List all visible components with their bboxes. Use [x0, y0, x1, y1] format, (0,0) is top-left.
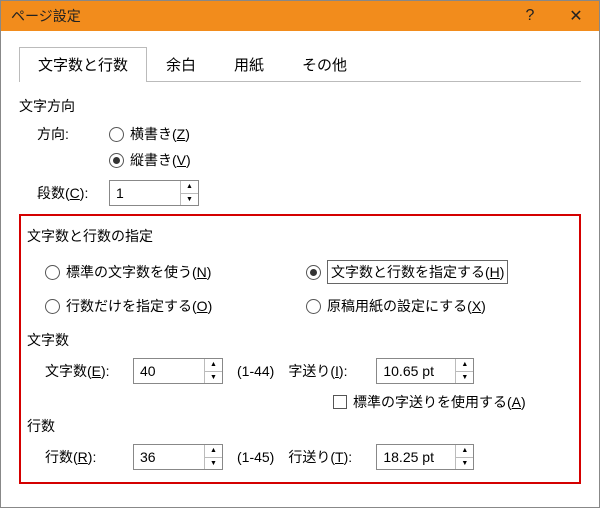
radio-vertical[interactable]: 縦書き(V)	[109, 150, 191, 170]
radio-lines-only[interactable]: 行数だけを指定する(O)	[45, 296, 286, 316]
close-button[interactable]: ✕	[553, 1, 599, 31]
section-char-count: 文字数	[27, 330, 573, 350]
tab-strip: 文字数と行数 余白 用紙 その他	[19, 47, 581, 82]
tab-margins[interactable]: 余白	[147, 47, 215, 81]
radio-specify-chars-lines-label: 文字数と行数を指定する(H)	[327, 260, 508, 284]
page-setup-dialog: ページ設定 ? ✕ 文字数と行数 余白 用紙 その他 文字方向 方向: 横書き(…	[0, 0, 600, 508]
input-line-pitch[interactable]	[377, 445, 455, 469]
radio-specify-chars-lines[interactable]: 文字数と行数を指定する(H)	[306, 260, 547, 284]
checkbox-std-char-pitch-label: 標準の字送りを使用する(A)	[353, 392, 526, 412]
spin-down-icon[interactable]: ▼	[181, 194, 198, 206]
spin-up-icon[interactable]: ▲	[181, 181, 198, 194]
section-text-direction: 文字方向	[19, 96, 581, 116]
help-button[interactable]: ?	[507, 1, 553, 31]
label-char-pitch: 字送り(I):	[288, 361, 368, 381]
spin-up-icon[interactable]: ▲	[205, 359, 222, 372]
radio-vertical-label: 縦書き(V)	[130, 150, 191, 170]
spin-up-icon[interactable]: ▲	[205, 445, 222, 458]
tab-other[interactable]: その他	[283, 47, 366, 81]
label-line-count: 行数(R):	[45, 447, 125, 467]
radio-icon	[306, 299, 321, 314]
label-columns: 段数(C):	[19, 183, 109, 203]
input-char-count[interactable]	[134, 359, 204, 383]
line-count-range: (1-45)	[237, 449, 274, 465]
radio-icon	[306, 265, 321, 280]
char-count-range: (1-44)	[237, 363, 274, 379]
radio-horizontal[interactable]: 横書き(Z)	[109, 124, 190, 144]
framed-grid-settings: 文字数と行数の指定 標準の文字数を使う(N) 文字数と行数を指定する(H) 行数…	[19, 214, 581, 484]
spinner-char-pitch[interactable]: ▲▼	[376, 358, 474, 384]
radio-standard-chars-label: 標準の文字数を使う(N)	[66, 262, 211, 282]
label-char-count: 文字数(E):	[45, 361, 125, 381]
radio-icon	[45, 299, 60, 314]
input-char-pitch[interactable]	[377, 359, 455, 383]
section-line-count: 行数	[27, 416, 573, 436]
tab-paper[interactable]: 用紙	[215, 47, 283, 81]
spin-down-icon[interactable]: ▼	[205, 458, 222, 470]
window-title: ページ設定	[11, 6, 81, 26]
input-line-count[interactable]	[134, 445, 204, 469]
spinner-columns[interactable]: ▲▼	[109, 180, 199, 206]
radio-icon	[109, 153, 124, 168]
radio-manuscript[interactable]: 原稿用紙の設定にする(X)	[306, 296, 547, 316]
spin-up-icon[interactable]: ▲	[456, 359, 473, 372]
titlebar: ページ設定 ? ✕	[1, 1, 599, 31]
radio-lines-only-label: 行数だけを指定する(O)	[66, 296, 212, 316]
radio-manuscript-label: 原稿用紙の設定にする(X)	[327, 296, 486, 316]
label-line-pitch: 行送り(T):	[288, 447, 368, 467]
label-direction: 方向:	[19, 124, 109, 144]
checkbox-std-char-pitch[interactable]: 標準の字送りを使用する(A)	[333, 392, 526, 412]
spinner-line-count[interactable]: ▲▼	[133, 444, 223, 470]
radio-standard-chars[interactable]: 標準の文字数を使う(N)	[45, 260, 286, 284]
spinner-char-count[interactable]: ▲▼	[133, 358, 223, 384]
tab-characters-lines[interactable]: 文字数と行数	[19, 47, 147, 82]
spin-down-icon[interactable]: ▼	[456, 372, 473, 384]
checkbox-icon	[333, 395, 347, 409]
input-columns[interactable]	[110, 181, 180, 205]
spin-down-icon[interactable]: ▼	[205, 372, 222, 384]
section-grid-spec: 文字数と行数の指定	[27, 226, 573, 246]
spin-down-icon[interactable]: ▼	[456, 458, 473, 470]
spinner-line-pitch[interactable]: ▲▼	[376, 444, 474, 470]
radio-icon	[45, 265, 60, 280]
spin-up-icon[interactable]: ▲	[456, 445, 473, 458]
radio-icon	[109, 127, 124, 142]
radio-horizontal-label: 横書き(Z)	[130, 124, 190, 144]
